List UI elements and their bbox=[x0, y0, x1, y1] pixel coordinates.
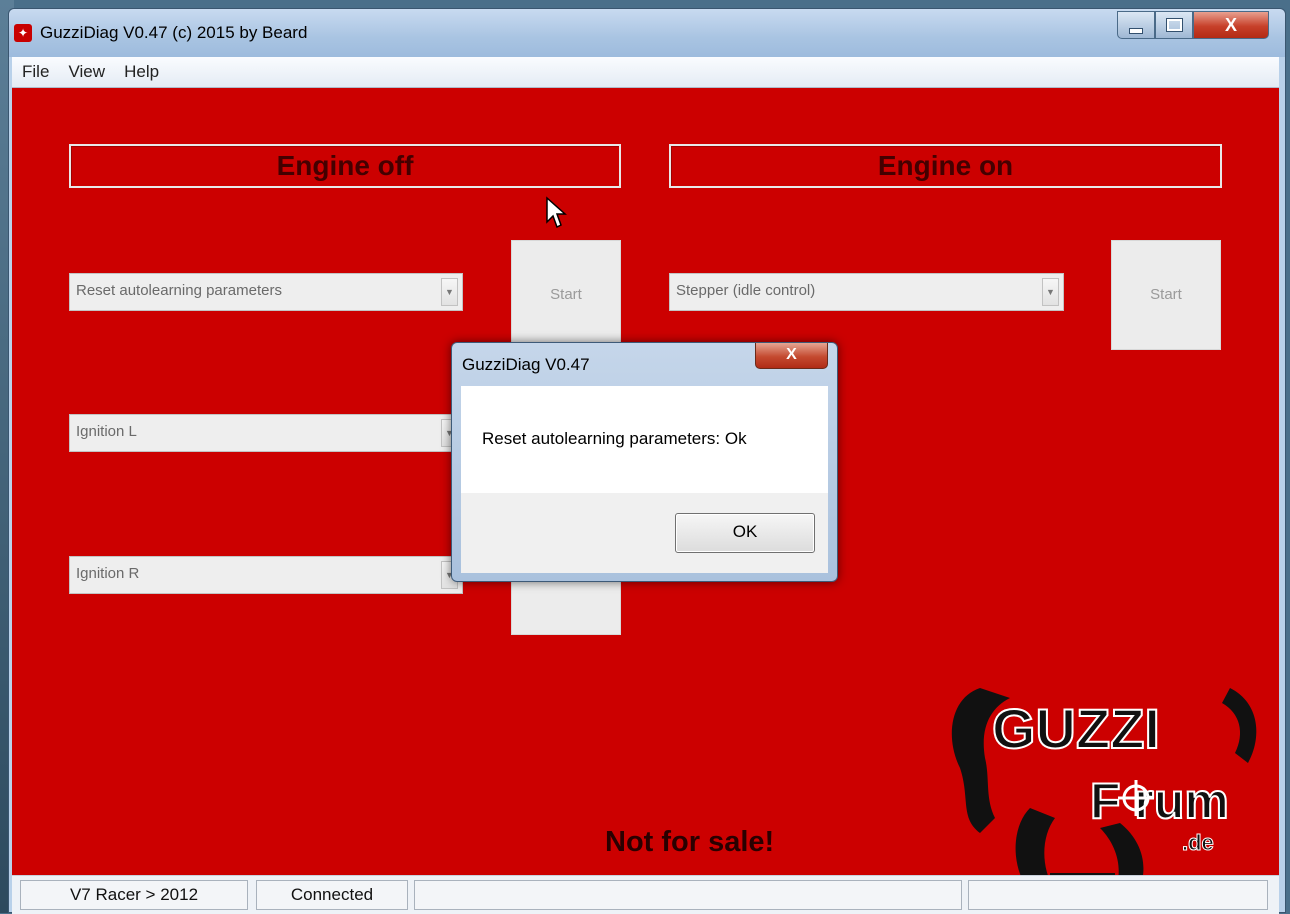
menu-file[interactable]: File bbox=[22, 57, 49, 87]
status-pane-empty bbox=[968, 880, 1268, 910]
select-value: Ignition R bbox=[76, 565, 140, 582]
maximize-icon bbox=[1165, 18, 1183, 32]
close-icon: X bbox=[1224, 15, 1237, 35]
window-title: GuzziDiag V0.47 (c) 2015 by Beard bbox=[40, 23, 308, 42]
minimize-icon bbox=[1129, 28, 1143, 34]
status-bar: V7 Racer > 2012 Connected bbox=[12, 875, 1279, 914]
chevron-down-icon[interactable]: ▼ bbox=[441, 278, 458, 306]
menu-help[interactable]: Help bbox=[124, 57, 159, 87]
status-connection: Connected bbox=[256, 880, 408, 910]
maximize-button[interactable] bbox=[1155, 11, 1193, 39]
ignition-right-select[interactable]: Ignition R ▼ bbox=[69, 556, 463, 594]
engine-on-heading: Engine on bbox=[669, 144, 1222, 188]
dialog-message: Reset autolearning parameters: Ok bbox=[482, 429, 747, 448]
menu-bar: File View Help bbox=[12, 57, 1279, 88]
select-value: Ignition L bbox=[76, 423, 137, 440]
guzzi-forum-logo: GUZZI F rum .de bbox=[951, 688, 1257, 898]
not-for-sale-note: Not for sale! bbox=[605, 826, 775, 858]
engine-on-procedure-select[interactable]: Stepper (idle control) ▼ bbox=[669, 273, 1064, 311]
dialog-body: Reset autolearning parameters: Ok bbox=[461, 386, 828, 493]
dialog-footer: OK bbox=[461, 493, 828, 573]
svg-text:.de: .de bbox=[1182, 830, 1214, 855]
ignition-left-select[interactable]: Ignition L ▼ bbox=[69, 414, 463, 452]
minimize-button[interactable] bbox=[1117, 11, 1155, 39]
dialog-close-button[interactable]: X bbox=[755, 343, 828, 369]
select-value: Reset autolearning parameters bbox=[76, 282, 282, 299]
engine-off-heading: Engine off bbox=[69, 144, 621, 188]
app-icon: ✦ bbox=[14, 24, 32, 42]
menu-view[interactable]: View bbox=[69, 57, 106, 87]
svg-text:F rum: F rum bbox=[1090, 773, 1229, 829]
title-bar[interactable]: ✦ GuzziDiag V0.47 (c) 2015 by Beard X bbox=[9, 9, 1285, 57]
start-button-reset[interactable]: Start bbox=[511, 240, 621, 350]
close-button[interactable]: X bbox=[1193, 11, 1269, 39]
select-value: Stepper (idle control) bbox=[676, 282, 816, 299]
svg-text:GUZZI: GUZZI bbox=[992, 697, 1160, 760]
status-model: V7 Racer > 2012 bbox=[20, 880, 248, 910]
message-dialog: GuzziDiag V0.47 X Reset autolearning par… bbox=[451, 342, 838, 582]
engine-off-procedure-select[interactable]: Reset autolearning parameters ▼ bbox=[69, 273, 463, 311]
chevron-down-icon[interactable]: ▼ bbox=[1042, 278, 1059, 306]
status-pane-empty bbox=[414, 880, 962, 910]
ok-button[interactable]: OK bbox=[675, 513, 815, 553]
mouse-cursor-icon bbox=[546, 196, 567, 229]
start-button-stepper[interactable]: Start bbox=[1111, 240, 1221, 350]
dialog-title: GuzziDiag V0.47 bbox=[462, 355, 590, 374]
